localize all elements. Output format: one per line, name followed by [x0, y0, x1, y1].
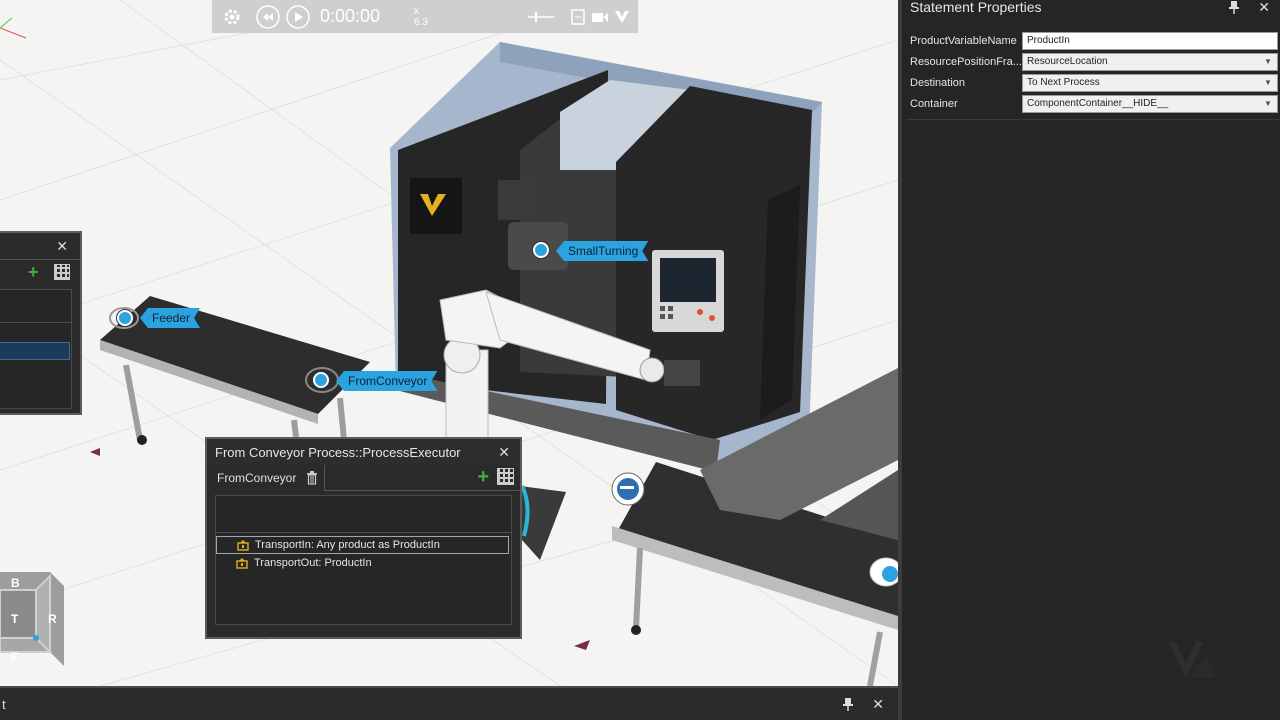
bottom-panel: t ✕ — [0, 686, 898, 720]
process-executor-panel: From Conveyor Process::ProcessExecutor ✕… — [205, 437, 522, 639]
trash-icon[interactable] — [306, 470, 318, 485]
view-cube-front[interactable]: F — [11, 650, 18, 664]
statement-list: TransportIn: Any product as ProductIn Tr… — [215, 533, 512, 625]
logo-icon — [1168, 642, 1216, 678]
property-label: Destination — [910, 76, 966, 89]
chevron-down-icon: ▼ — [1264, 99, 1272, 108]
property-row: Container ComponentContainer__HIDE__ ▼ — [906, 93, 1280, 114]
small-turning-label[interactable]: SmallTurning — [556, 241, 648, 261]
property-row: ProductVariableName ProductIn — [906, 30, 1280, 51]
rewind-icon[interactable] — [256, 4, 280, 29]
chevron-down-icon: ▼ — [1264, 57, 1272, 66]
close-icon[interactable]: ✕ — [1258, 0, 1270, 16]
tab-fromconveyor[interactable]: FromConveyor — [207, 464, 325, 491]
3d-viewport[interactable]: SmallTurning Feeder FromConveyor 0:00:00… — [0, 0, 898, 686]
simulation-toolbar: 0:00:00 x 6.3 — [212, 0, 638, 33]
close-icon[interactable]: ✕ — [872, 696, 884, 713]
container-select[interactable]: ComponentContainer__HIDE__ ▼ — [1022, 94, 1278, 113]
property-label: ResourcePositionFra... — [910, 55, 1022, 68]
property-value: ProductIn — [1027, 35, 1070, 46]
property-value: To Next Process — [1027, 77, 1100, 88]
product-variable-name-field[interactable]: ProductIn — [1022, 31, 1278, 50]
statement-icon — [236, 558, 248, 569]
simulation-time: 0:00:00 — [319, 6, 381, 26]
property-row: Destination To Next Process ▼ — [906, 72, 1280, 93]
statement-icon — [237, 540, 249, 551]
pin-icon[interactable] — [1228, 0, 1240, 14]
statement-text: TransportOut: ProductIn — [254, 557, 372, 569]
logo-icon — [612, 5, 632, 29]
grid-icon[interactable] — [54, 264, 70, 280]
camera-icon[interactable] — [590, 5, 610, 29]
tab-row: FromConveyor + — [207, 464, 520, 491]
feeder-label[interactable]: Feeder — [140, 308, 200, 328]
property-value: ResourceLocation — [1027, 56, 1108, 67]
statement-drop-area[interactable] — [215, 495, 512, 533]
gear-icon[interactable] — [222, 5, 242, 29]
property-value: ComponentContainer__HIDE__ — [1027, 98, 1169, 109]
bottom-panel-title: t — [2, 696, 6, 712]
left-docked-panel: ✕ + — [0, 231, 82, 415]
properties-title: Statement Properties — [910, 0, 1042, 15]
property-label: Container — [910, 97, 958, 110]
grid-icon[interactable] — [497, 468, 514, 485]
resource-position-frame-select[interactable]: ResourceLocation ▼ — [1022, 52, 1278, 71]
property-row: ResourcePositionFra... ResourceLocation ▼ — [906, 51, 1280, 72]
panel-title: From Conveyor Process::ProcessExecutor — [215, 444, 461, 460]
view-cube-top[interactable]: T — [11, 612, 18, 626]
simulation-speed: x 6.3 — [414, 5, 428, 28]
view-cube[interactable]: B T R F — [0, 570, 68, 670]
small-turning-dot[interactable] — [533, 242, 549, 258]
chevron-down-icon: ▼ — [1264, 78, 1272, 87]
add-icon[interactable]: + — [28, 263, 39, 281]
close-icon[interactable]: ✕ — [56, 238, 68, 255]
list-item[interactable] — [0, 342, 70, 360]
destination-select[interactable]: To Next Process ▼ — [1022, 73, 1278, 92]
feeder-dot[interactable] — [117, 310, 133, 326]
panel-header: From Conveyor Process::ProcessExecutor ✕ — [207, 439, 520, 465]
pin-icon[interactable] — [842, 697, 854, 711]
view-cube-right[interactable]: R — [48, 612, 57, 626]
statement-properties-panel: Statement Properties ✕ ProductVariableNa… — [898, 0, 1280, 720]
properties-header: Statement Properties ✕ — [902, 0, 1280, 15]
close-icon[interactable]: ✕ — [498, 444, 510, 461]
view-cube-back[interactable]: B — [11, 576, 20, 590]
from-conveyor-dot[interactable] — [313, 372, 329, 388]
property-label: ProductVariableName — [910, 34, 1017, 47]
list-item[interactable]: TransportOut: ProductIn — [216, 554, 511, 572]
properties-grid: ProductVariableName ProductIn ResourcePo… — [906, 30, 1280, 120]
export-icon[interactable] — [568, 5, 588, 29]
from-conveyor-label[interactable]: FromConveyor — [336, 371, 437, 391]
speed-slider[interactable] — [526, 10, 556, 24]
list-item[interactable]: TransportIn: Any product as ProductIn — [216, 536, 509, 554]
add-icon[interactable]: + — [477, 467, 489, 487]
statement-text: TransportIn: Any product as ProductIn — [255, 539, 440, 551]
play-icon[interactable] — [286, 4, 310, 29]
tab-label: FromConveyor — [217, 470, 297, 485]
